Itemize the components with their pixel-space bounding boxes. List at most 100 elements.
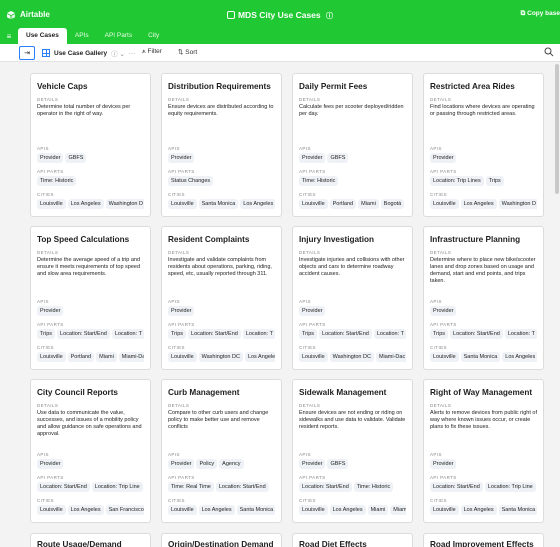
cities-label: CITIES (168, 345, 185, 350)
city-chip: Santa Monica (460, 352, 501, 362)
tab-apis[interactable]: APIs (67, 28, 97, 44)
info-icon[interactable]: ⓘ (326, 13, 333, 20)
apis-label: APIS (430, 299, 442, 304)
city-chip: Los Angele (244, 352, 275, 362)
city-chip-list: Louisville Los Angeles Santa Monica (168, 505, 275, 515)
card-title: City Council Reports (37, 388, 118, 397)
city-chip-list: Louisville Santa Monica Los Angeles (168, 199, 275, 209)
gallery-card[interactable]: Curb Management DETAILS Compare to other c… (161, 379, 282, 523)
city-chip: Miami (358, 199, 379, 209)
view-info-icon[interactable]: ⓘ ⌄ (111, 48, 125, 58)
gallery-card[interactable]: Sidewalk Management DETAILS Ensure devices… (292, 379, 413, 523)
api-part-chip: Location: T (242, 329, 275, 339)
city-chip: Portland (67, 352, 95, 362)
gallery-card[interactable]: Daily Permit Fees DETAILS Calculate fees p… (292, 73, 413, 217)
city-chip-list: Louisville Santa Monica Los Angeles (430, 352, 537, 362)
details-label: DETAILS (168, 97, 190, 102)
city-chip-list: Louisville Los Angeles Washington D (37, 199, 144, 209)
api-chip-list: Provider GBFS (299, 459, 406, 469)
cities-label: CITIES (299, 345, 316, 350)
api-parts-label: API PARTS (299, 169, 326, 174)
api-part-chip: Location: Start/End (188, 329, 241, 339)
cities-label: CITIES (37, 345, 54, 350)
city-chip: Louisville (168, 199, 197, 209)
base-title[interactable]: MDS City Use Cases ⓘ (0, 10, 560, 21)
sort-button[interactable]: ⇅ Sort (178, 48, 197, 56)
search-icon[interactable] (544, 47, 554, 57)
gallery-card[interactable]: Top Speed Calculations DETAILS Determine t… (30, 226, 151, 370)
gallery-card[interactable]: Resident Complaints DETAILS Investigate an… (161, 226, 282, 370)
city-chip: Santa Monica (198, 199, 239, 209)
card-title: Daily Permit Fees (299, 82, 368, 91)
top-bar: Airtable MDS City Use Cases ⓘ ⧉ Copy bas… (0, 0, 560, 44)
api-parts-label: API PARTS (168, 322, 195, 327)
tab-city[interactable]: City (140, 28, 167, 44)
city-chip: Louisville (299, 352, 328, 362)
city-chip: Louisville (430, 352, 459, 362)
gallery-card[interactable]: Distribution Requirements DETAILS Ensure d… (161, 73, 282, 217)
city-chip: Bogotá (380, 199, 405, 209)
gallery-card[interactable]: Right of Way Management DETAILS Alerts to … (423, 379, 544, 523)
card-title: Right of Way Management (430, 388, 533, 397)
city-chip: Louisville (168, 352, 197, 362)
api-chip: Provider (37, 459, 64, 469)
api-parts-label: API PARTS (430, 322, 457, 327)
cities-label: CITIES (430, 498, 447, 503)
city-chip: Louisville (168, 505, 197, 515)
gallery-card[interactable]: Infrastructure Planning DETAILS Determine … (423, 226, 544, 370)
apis-label: APIS (430, 452, 442, 457)
apis-label: APIS (37, 146, 49, 151)
tab-api-parts[interactable]: API Parts (97, 28, 140, 44)
gallery-card[interactable]: Vehicle Caps DETAILS Determine total numbe… (30, 73, 151, 217)
city-chip-list: Louisville Portland Miami Miami-Da (37, 352, 144, 362)
card-title: Infrastructure Planning (430, 235, 521, 244)
view-switcher[interactable]: Use Case Gallery ⓘ ⌄ ··· (42, 48, 135, 58)
card-title: Restricted Area Rides (430, 82, 515, 91)
menu-icon[interactable]: ≡ (0, 28, 18, 44)
gallery-card[interactable]: City Council Reports DETAILS Use data to c… (30, 379, 151, 523)
api-chip: GBFS (327, 459, 349, 469)
api-part-chip: Trips (430, 329, 449, 339)
api-part-chip-list: Trips Location: Start/End Location: T (430, 329, 537, 339)
api-part-chip: Location: Trip Line (91, 482, 143, 492)
city-chip: Los Angeles (67, 505, 104, 515)
gallery-card[interactable]: Origin/Destination Demand (161, 533, 282, 547)
gallery-card[interactable]: Route Usage/Demand (30, 533, 151, 547)
api-part-chip: Location: Trip Line (484, 482, 536, 492)
city-chip-list: LouisvillePortlandMiamiBogotá› (299, 199, 406, 209)
card-details: Determine where to place new bike/scoote… (430, 257, 536, 284)
api-chip: Provider (168, 306, 195, 316)
table-tabs: ≡ Use Cases APIs API Parts City (0, 28, 560, 44)
sidebar-toggle-button[interactable]: ⇥ (19, 46, 35, 60)
card-details: Calculate fees per scooter deployed/ridd… (299, 104, 404, 117)
scrollbar[interactable] (555, 64, 559, 194)
card-title: Origin/Destination Demand (168, 540, 274, 547)
api-chip-list: Provider (168, 153, 275, 163)
api-part-chip: Location: Start/End (57, 329, 110, 339)
city-chip: Miami (367, 505, 389, 515)
api-chip-list: Provider GBFS (37, 153, 144, 163)
api-chip-list: Provider (37, 459, 144, 469)
api-part-chip-list: Trips Location: Start/End Location: T (37, 329, 144, 339)
gallery-card[interactable]: Injury Investigation DETAILS Investigate i… (292, 226, 413, 370)
view-name: Use Case Gallery (54, 49, 108, 57)
api-part-chip: Trips (37, 329, 56, 339)
details-label: DETAILS (299, 403, 321, 408)
copy-base-button[interactable]: ⧉ Copy base (521, 10, 560, 18)
api-chip: Provider (299, 153, 326, 163)
tab-use-cases[interactable]: Use Cases (18, 28, 67, 44)
card-details: Alerts to remove devices from public rig… (430, 410, 537, 430)
more-icon[interactable]: ··· (129, 50, 136, 57)
gallery-card[interactable]: Restricted Area Rides DETAILS Find locatio… (423, 73, 544, 217)
api-part-chip-list: Trips Location: Start/End Location: T (299, 329, 406, 339)
city-chip: Washington DC (329, 352, 374, 362)
city-chip-list: Louisville Washington DC Los Angele (168, 352, 275, 362)
gallery-card[interactable]: Road Improvement Effects (423, 533, 544, 547)
apis-label: APIS (299, 452, 311, 457)
api-chip: Provider (299, 306, 326, 316)
api-chip-list: Provider (37, 306, 144, 316)
gallery-card[interactable]: Road Diet Effects (292, 533, 413, 547)
api-parts-label: API PARTS (37, 322, 64, 327)
api-part-chip-list: Trips Location: Start/End Location: T (168, 329, 275, 339)
filter-button[interactable]: ⩚ Filter (142, 48, 162, 56)
